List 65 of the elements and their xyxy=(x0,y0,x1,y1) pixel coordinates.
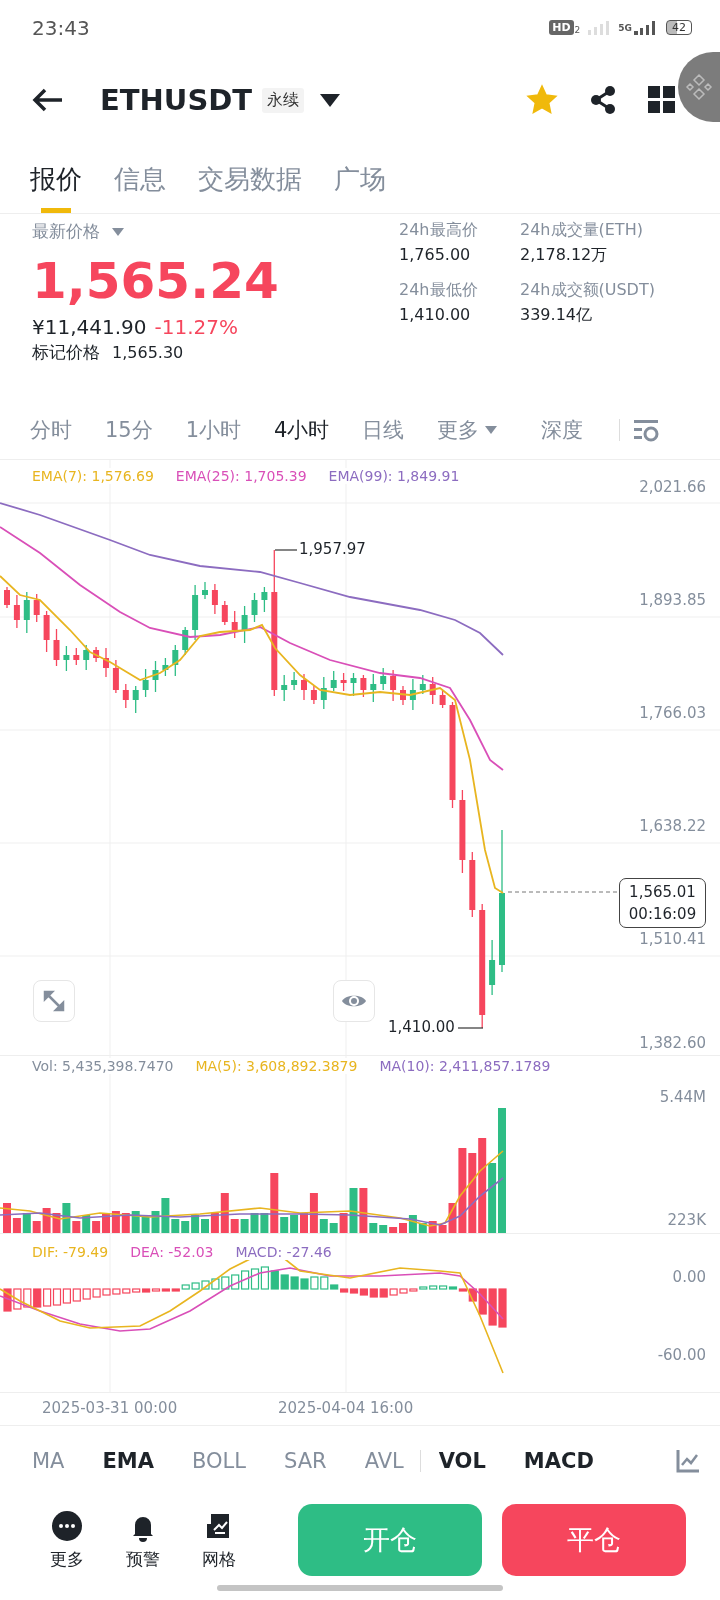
macd-legend: DEA: -52.03 xyxy=(130,1244,214,1260)
stat-label: 24h成交额(USDT) xyxy=(520,280,656,301)
countdown: 00:16:09 xyxy=(628,904,697,925)
volume-legend: MA(5): 3,608,892.3879 xyxy=(195,1058,358,1074)
price-axis-label: 1,766.03 xyxy=(639,704,706,722)
battery-indicator: 42 xyxy=(666,20,692,35)
symbol-title: ETHUSDT xyxy=(100,83,253,117)
indicator-tab[interactable]: BOLL xyxy=(192,1448,246,1473)
indicator-tab[interactable]: SAR xyxy=(283,1448,327,1473)
macd-legend: MACD: -27.46 xyxy=(235,1244,332,1260)
network-label: 5G xyxy=(618,22,632,33)
status-time: 23:43 xyxy=(32,15,90,40)
stat-label: 24h最高价 xyxy=(399,220,479,241)
hd-badge: HD xyxy=(549,20,574,35)
tab[interactable]: 报价 xyxy=(30,162,82,213)
high-price-label: 1,957.97 xyxy=(299,540,366,558)
volume-legend: Vol: 5,435,398.7470 xyxy=(32,1058,174,1074)
price-axis-label: 1,893.85 xyxy=(639,591,706,609)
last-price: 1,565.24 xyxy=(32,251,280,312)
indicator-tab[interactable]: VOL xyxy=(438,1448,486,1473)
interval-tab[interactable]: 15分 xyxy=(105,415,153,444)
stat-value: 1,765.00 xyxy=(399,245,472,264)
depth-tab[interactable]: 深度 xyxy=(541,415,584,444)
price-axis-label: 1,382.60 xyxy=(639,1034,706,1052)
indicator-tab[interactable]: EMA xyxy=(102,1448,154,1473)
trade-button[interactable]: 平仓 xyxy=(502,1504,686,1576)
price-label: 最新价格 xyxy=(32,220,100,243)
more-dropdown[interactable]: 更多 xyxy=(437,415,498,444)
ema-legend: EMA(25): 1,705.39 xyxy=(175,468,307,484)
macd-legend: DIF: -79.49 xyxy=(32,1244,109,1260)
stat-value: 339.14亿 xyxy=(520,305,593,326)
current-price: 1,565.01 xyxy=(629,882,696,903)
price-axis-label: 1,638.22 xyxy=(639,817,706,835)
action-button[interactable]: 更多 xyxy=(50,1509,84,1571)
volume-legend: MA(10): 2,411,857.1789 xyxy=(379,1058,551,1074)
mark-price: 1,565.30 xyxy=(112,343,184,362)
fiat-price: ¥11,441.90 xyxy=(32,315,147,339)
low-price-label: 1,410.00 xyxy=(388,1018,455,1036)
price-change: -11.27% xyxy=(154,315,238,339)
sim-number: 2 xyxy=(574,25,581,35)
indicator-tab[interactable]: MACD xyxy=(523,1448,594,1473)
price-axis-label: 2,021.66 xyxy=(639,478,706,496)
price-axis-label: 1,510.41 xyxy=(639,930,706,948)
trade-button[interactable]: 开仓 xyxy=(298,1504,482,1576)
action-button[interactable]: 预警 xyxy=(126,1509,160,1571)
stat-value: 1,410.00 xyxy=(399,305,472,324)
interval-tab[interactable]: 分时 xyxy=(30,415,72,444)
interval-tab[interactable]: 1小时 xyxy=(185,415,242,444)
action-button[interactable]: 网格 xyxy=(202,1509,236,1571)
ema-legend: EMA(99): 1,849.91 xyxy=(328,468,460,484)
indicator-tab[interactable]: MA xyxy=(32,1448,65,1473)
interval-tab[interactable]: 4小时 xyxy=(274,415,330,444)
tab[interactable]: 交易数据 xyxy=(198,162,302,213)
interval-tab[interactable]: 日线 xyxy=(362,415,405,444)
time-axis-label: 2025-03-31 00:00 xyxy=(42,1399,178,1417)
stat-label: 24h最低价 xyxy=(399,280,479,301)
tab[interactable]: 信息 xyxy=(114,162,166,213)
mark-price-label: 标记价格 xyxy=(32,341,100,364)
stat-value: 2,178.12万 xyxy=(520,245,609,266)
tab[interactable]: 广场 xyxy=(334,162,386,213)
time-axis-label: 2025-04-04 16:00 xyxy=(278,1399,414,1417)
contract-badge: 永续 xyxy=(262,87,305,113)
ema-legend: EMA(7): 1,576.69 xyxy=(32,468,154,484)
indicator-tab[interactable]: AVL xyxy=(364,1448,404,1473)
stat-label: 24h成交量(ETH) xyxy=(520,220,644,241)
